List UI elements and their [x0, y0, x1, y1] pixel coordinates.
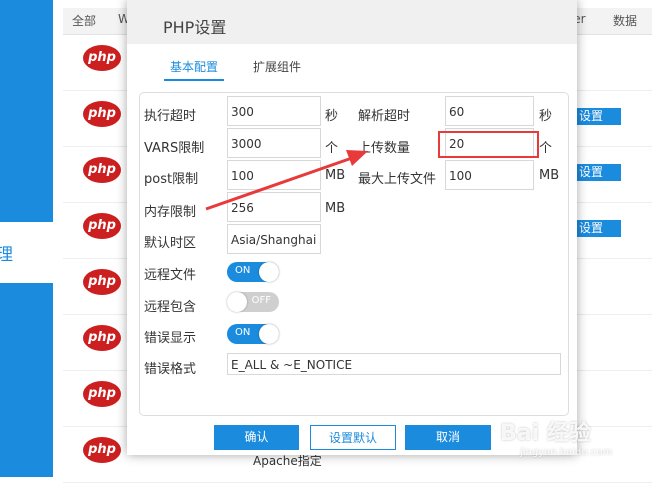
baidu-watermark: Bai 经验	[500, 421, 591, 446]
baidu-watermark-url: jingyan.baidu.com	[520, 447, 613, 458]
annotation-arrow-icon	[205, 150, 368, 211]
